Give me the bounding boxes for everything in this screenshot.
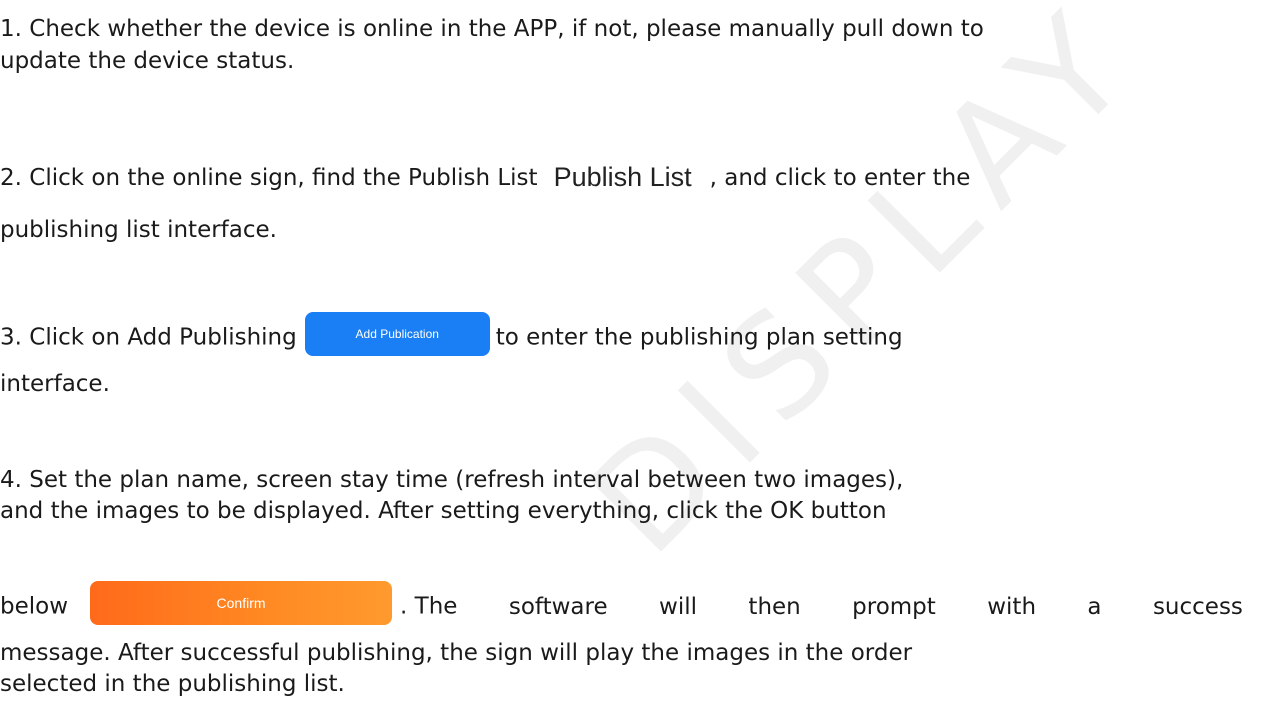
step2-line2: publishing list interface.: [0, 217, 277, 243]
publish-list-label: Publish List: [553, 162, 692, 192]
step2-line1: 2. Click on the online sign, find the Pu…: [0, 162, 970, 193]
step4-word-6: a: [1087, 594, 1102, 620]
step3-text-after: to enter the publishing plan setting: [495, 324, 903, 351]
step4-word-0: . The: [400, 593, 458, 620]
step4-line5: selected in the publishing list.: [0, 671, 345, 697]
step4-text-before: below: [0, 593, 69, 620]
add-publication-button[interactable]: Add Publication: [304, 312, 490, 356]
step2-text-after: , and click to enter the: [709, 165, 971, 191]
step4-line2: and the images to be displayed. After se…: [0, 498, 887, 524]
step4-word-7: success: [1152, 594, 1243, 620]
step4-word-4: prompt: [852, 594, 936, 620]
step4-line4: message. After successful publishing, th…: [0, 640, 913, 666]
step1-line1: 1. Check whether the device is online in…: [0, 16, 984, 42]
step3-line1: 3. Click on Add Publishing Add Publicatio…: [0, 312, 903, 360]
step4-word-5: with: [987, 594, 1037, 620]
step4-line1: 4. Set the plan name, screen stay time (…: [0, 467, 904, 493]
confirm-button[interactable]: Confirm: [90, 581, 393, 625]
step3-text-before: 3. Click on Add Publishing: [0, 324, 297, 351]
step4-line3-start: below Confirm . The: [0, 581, 458, 629]
step4-word-2: will: [659, 594, 698, 620]
step4-word-3: then: [748, 594, 801, 620]
step1-line2: update the device status.: [0, 48, 295, 74]
step4-word-1: software: [508, 594, 608, 620]
step3-line2: interface.: [0, 371, 110, 397]
step2-text-before: 2. Click on the online sign, find the Pu…: [0, 165, 538, 191]
step4-line3: below Confirm . The software will then pro…: [0, 581, 1243, 629]
